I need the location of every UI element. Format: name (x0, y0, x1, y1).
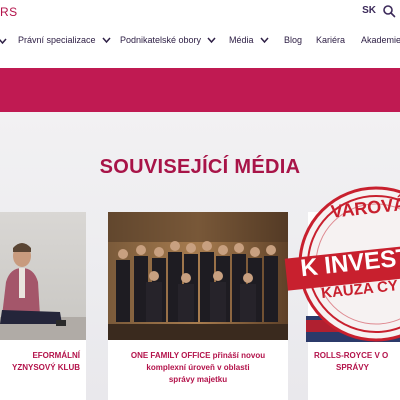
card-image (108, 212, 288, 340)
search-icon[interactable] (382, 4, 396, 18)
nav-item-label: Podnikatelské obory (120, 35, 202, 45)
chevron-down-icon (207, 37, 216, 43)
caption-line: správy majetku (168, 375, 228, 384)
nav-item-media[interactable]: Média (229, 35, 269, 45)
nav-item-academy[interactable]: Akademie (361, 35, 400, 45)
card-caption: EFORMÁLNÍ YZNYSOVÝ KLUB (0, 350, 86, 374)
nav-item-legal-specializations[interactable]: Právní specializace (18, 35, 111, 45)
logo[interactable]: RS (0, 5, 18, 19)
nav-item-blog[interactable]: Blog (284, 35, 302, 45)
caption-line: SPRÁVY (336, 363, 369, 372)
card-caption: ONE FAMILY OFFICE přináší novou komplexn… (108, 350, 288, 386)
nav-item-business-sectors[interactable]: Podnikatelské obory (120, 35, 216, 45)
caption-line: ONE FAMILY OFFICE přináší novou (130, 351, 266, 360)
hero-banner (0, 68, 400, 112)
section-title: SOUVISEJÍCÍ MÉDIA (99, 156, 301, 178)
caption-line: komplexní úroveň v oblasti (146, 363, 250, 372)
media-card[interactable]: ONE FAMILY OFFICE přináší novou komplexn… (108, 212, 288, 400)
media-card[interactable]: EFORMÁLNÍ YZNYSOVÝ KLUB (0, 212, 86, 400)
chevron-down-icon (259, 37, 269, 43)
caption-line: YZNYSOVÝ KLUB (11, 363, 80, 372)
site-header: RS SK Právní specializace Podnikatelské … (0, 0, 400, 68)
nav-item-label: Kariéra (316, 35, 346, 45)
chevron-down-icon[interactable] (0, 38, 7, 45)
card-caption: ROLLS-ROYCE V O SPRÁVY (308, 350, 400, 374)
nav-item-label: Blog (284, 35, 303, 45)
nav-item-label: Akademie (361, 35, 400, 45)
nav-item-label: Média (229, 35, 254, 45)
caption-line: EFORMÁLNÍ (32, 351, 80, 360)
card-image (0, 212, 86, 340)
nav-item-career[interactable]: Kariéra (316, 35, 345, 45)
chevron-down-icon (101, 37, 111, 43)
language-switch[interactable]: SK (362, 5, 376, 16)
caption-line: ROLLS-ROYCE V O (314, 351, 389, 360)
nav-item-label: Právní specializace (18, 35, 96, 45)
